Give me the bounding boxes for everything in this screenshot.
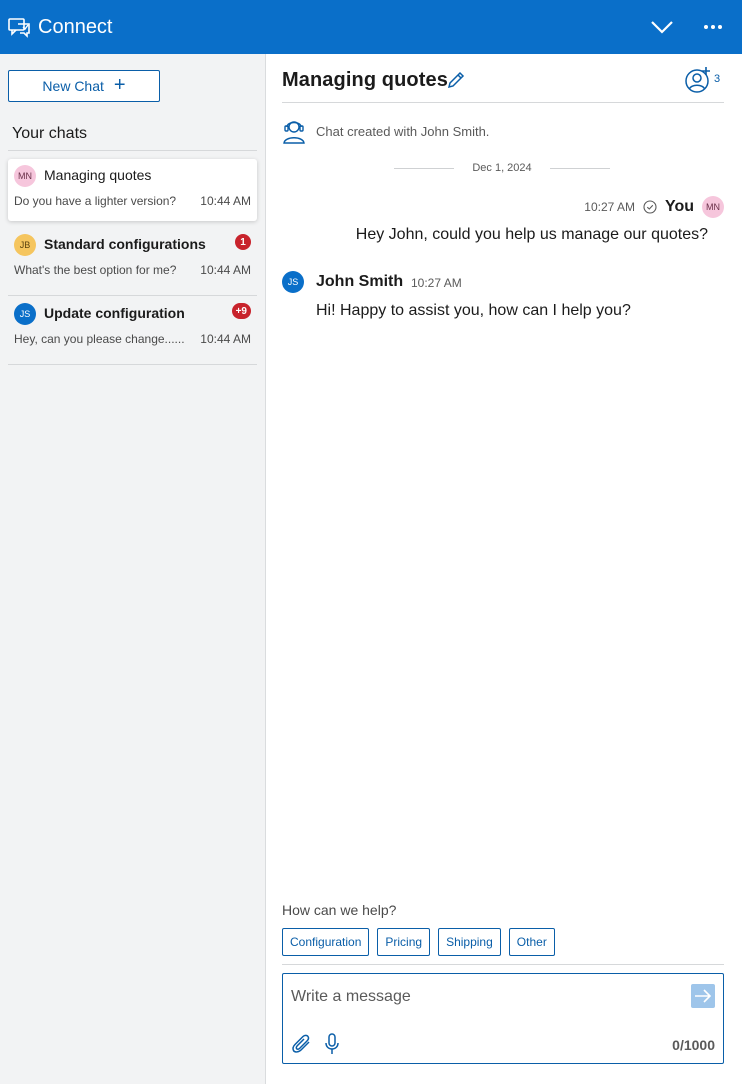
- paperclip-icon[interactable]: [291, 1033, 313, 1055]
- more-options-icon[interactable]: [700, 14, 726, 40]
- chat-time: 10:44 AM: [200, 332, 251, 346]
- system-message-text: Chat created with John Smith.: [316, 124, 490, 139]
- chat-time: 10:44 AM: [200, 194, 251, 208]
- quick-replies-prompt: How can we help?: [282, 902, 397, 918]
- add-participant-button[interactable]: 3: [684, 66, 724, 94]
- chat-preview: Do you have a lighter version?: [14, 194, 177, 208]
- character-counter: 0/1000: [672, 1037, 715, 1053]
- chat-list-item[interactable]: JB Standard configurations 1 What's the …: [8, 228, 257, 296]
- add-user-icon: [685, 67, 710, 93]
- conversation-panel: Managing quotes 3 Chat created with John…: [266, 54, 742, 1084]
- conversation-title: Managing quotes: [282, 69, 448, 91]
- read-receipt-icon: [643, 200, 657, 214]
- app-header: Connect: [0, 0, 742, 54]
- date-separator: Dec 1, 2024: [394, 161, 610, 177]
- quick-reply-other[interactable]: Other: [508, 928, 555, 956]
- system-message: Chat created with John Smith.: [282, 118, 722, 144]
- plus-icon: +: [113, 74, 126, 96]
- new-chat-label: New Chat: [42, 78, 104, 94]
- avatar: MN: [14, 165, 36, 187]
- microphone-icon[interactable]: [323, 1033, 341, 1055]
- chat-list-item[interactable]: MN Managing quotes Do you have a lighter…: [8, 159, 257, 221]
- quick-reply-pricing[interactable]: Pricing: [377, 928, 431, 956]
- app-title: Connect: [38, 16, 113, 38]
- chat-time: 10:44 AM: [200, 263, 251, 277]
- sidebar: New Chat + Your chats MN Managing quotes…: [0, 54, 266, 1084]
- send-arrow-icon: [695, 989, 712, 1003]
- message-text: Hi! Happy to assist you, how can I help …: [316, 302, 631, 319]
- avatar: JB: [14, 234, 36, 256]
- quick-reply-configuration[interactable]: Configuration: [282, 928, 370, 956]
- divider: [8, 295, 257, 296]
- chat-preview: Hey, can you please change......: [14, 332, 185, 346]
- avatar: JS: [282, 271, 304, 293]
- avatar: JS: [14, 303, 36, 325]
- divider: [282, 964, 724, 965]
- message-input[interactable]: [291, 986, 681, 1008]
- send-button[interactable]: [691, 984, 715, 1008]
- divider: [282, 102, 724, 103]
- chat-bubbles-icon: [8, 18, 30, 38]
- participant-count: 3: [714, 73, 721, 85]
- unread-badge: 1: [235, 234, 251, 250]
- agent-icon: [283, 121, 305, 144]
- chat-preview: What's the best option for me?: [14, 263, 177, 277]
- divider: [550, 168, 610, 169]
- unread-badge: +9: [231, 303, 251, 319]
- message-author: You: [664, 198, 694, 215]
- outgoing-message-header: 10:27 AM You MN: [584, 196, 724, 218]
- message-author: John Smith: [316, 273, 404, 290]
- message-text: Hey John, could you help us manage our q…: [355, 226, 708, 243]
- chats-section-title: Your chats: [12, 125, 88, 142]
- message-time: 10:27 AM: [411, 276, 462, 290]
- divider: [8, 364, 257, 365]
- quick-replies: Configuration Pricing Shipping Other: [282, 928, 555, 956]
- message-time: 10:27 AM: [584, 200, 635, 214]
- chat-title: Standard configurations: [44, 236, 206, 252]
- divider: [8, 150, 257, 151]
- chevron-down-icon[interactable]: [648, 14, 676, 40]
- new-chat-button[interactable]: New Chat +: [8, 70, 160, 102]
- chat-title: Managing quotes: [44, 167, 152, 183]
- chat-list-item[interactable]: JS Update configuration +9 Hey, can you …: [8, 297, 257, 365]
- quick-reply-shipping[interactable]: Shipping: [438, 928, 501, 956]
- pencil-icon[interactable]: [446, 70, 466, 90]
- message-composer: 0/1000: [282, 973, 724, 1064]
- chat-title: Update configuration: [44, 305, 185, 321]
- avatar: MN: [702, 196, 724, 218]
